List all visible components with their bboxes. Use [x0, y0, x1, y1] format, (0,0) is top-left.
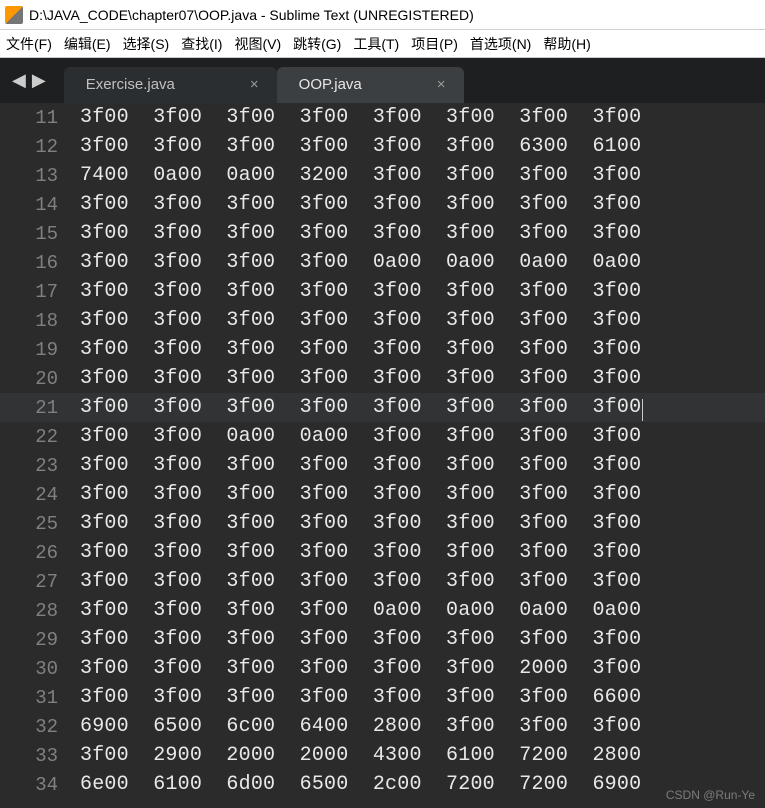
watermark: CSDN @Run-Ye	[666, 788, 755, 802]
code-line[interactable]: 243f00 3f00 3f00 3f00 3f00 3f00 3f00 3f0…	[0, 480, 765, 509]
code-line[interactable]: 113f00 3f00 3f00 3f00 3f00 3f00 3f00 3f0…	[0, 103, 765, 132]
code-text: 3f00 3f00 3f00 3f00 3f00 3f00 3f00 6600	[80, 686, 641, 709]
line-number: 22	[0, 426, 80, 448]
line-number: 21	[0, 397, 80, 419]
code-line[interactable]: 283f00 3f00 3f00 3f00 0a00 0a00 0a00 0a0…	[0, 596, 765, 625]
line-number: 31	[0, 687, 80, 709]
menu-select[interactable]: 选择(S)	[123, 34, 170, 54]
text-caret	[642, 399, 643, 421]
line-number: 33	[0, 745, 80, 767]
code-text: 7400 0a00 0a00 3200 3f00 3f00 3f00 3f00	[80, 164, 641, 187]
code-line[interactable]: 183f00 3f00 3f00 3f00 3f00 3f00 3f00 3f0…	[0, 306, 765, 335]
nav-back-icon[interactable]: ◀	[12, 70, 26, 91]
code-line[interactable]: 203f00 3f00 3f00 3f00 3f00 3f00 3f00 3f0…	[0, 364, 765, 393]
tab-oop-java[interactable]: OOP.java ×	[277, 67, 464, 103]
tab-history-nav[interactable]: ◀ ▶	[0, 70, 64, 91]
line-number: 18	[0, 310, 80, 332]
code-line[interactable]: 193f00 3f00 3f00 3f00 3f00 3f00 3f00 3f0…	[0, 335, 765, 364]
tab-exercise-java[interactable]: Exercise.java ×	[64, 67, 277, 103]
line-number: 16	[0, 252, 80, 274]
line-number: 34	[0, 774, 80, 796]
nav-forward-icon[interactable]: ▶	[32, 70, 46, 91]
code-text: 3f00 3f00 3f00 3f00 3f00 3f00 3f00 3f00	[80, 280, 641, 303]
code-text: 6e00 6100 6d00 6500 2c00 7200 7200 6900	[80, 773, 641, 796]
code-text: 3f00 3f00 3f00 3f00 3f00 3f00 3f00 3f00	[80, 367, 641, 390]
code-text: 3f00 3f00 3f00 3f00 3f00 3f00 3f00 3f00	[80, 570, 641, 593]
code-text: 3f00 3f00 3f00 3f00 0a00 0a00 0a00 0a00	[80, 599, 641, 622]
app-logo-icon	[5, 6, 23, 24]
code-line[interactable]: 163f00 3f00 3f00 3f00 0a00 0a00 0a00 0a0…	[0, 248, 765, 277]
code-text: 3f00 3f00 3f00 3f00 3f00 3f00 3f00 3f00	[80, 454, 641, 477]
code-line[interactable]: 293f00 3f00 3f00 3f00 3f00 3f00 3f00 3f0…	[0, 625, 765, 654]
code-text: 3f00 3f00 3f00 3f00 0a00 0a00 0a00 0a00	[80, 251, 641, 274]
code-line[interactable]: 137400 0a00 0a00 3200 3f00 3f00 3f00 3f0…	[0, 161, 765, 190]
code-line[interactable]: 233f00 3f00 3f00 3f00 3f00 3f00 3f00 3f0…	[0, 451, 765, 480]
line-number: 28	[0, 600, 80, 622]
line-number: 19	[0, 339, 80, 361]
code-text: 3f00 3f00 3f00 3f00 3f00 3f00 3f00 3f00	[80, 483, 641, 506]
tab-label: Exercise.java	[86, 76, 175, 93]
code-text: 3f00 3f00 3f00 3f00 3f00 3f00 3f00 3f00	[80, 309, 641, 332]
code-line[interactable]: 173f00 3f00 3f00 3f00 3f00 3f00 3f00 3f0…	[0, 277, 765, 306]
code-text: 3f00 3f00 0a00 0a00 3f00 3f00 3f00 3f00	[80, 425, 641, 448]
code-line[interactable]: 153f00 3f00 3f00 3f00 3f00 3f00 3f00 3f0…	[0, 219, 765, 248]
code-text: 3f00 3f00 3f00 3f00 3f00 3f00 3f00 3f00	[80, 396, 641, 419]
code-line[interactable]: 253f00 3f00 3f00 3f00 3f00 3f00 3f00 3f0…	[0, 509, 765, 538]
code-text: 3f00 3f00 3f00 3f00 3f00 3f00 3f00 3f00	[80, 106, 641, 129]
line-number: 26	[0, 542, 80, 564]
code-text: 3f00 2900 2000 2000 4300 6100 7200 2800	[80, 744, 641, 767]
line-number: 20	[0, 368, 80, 390]
tab-label: OOP.java	[299, 76, 362, 93]
menu-file[interactable]: 文件(F)	[6, 34, 52, 54]
close-icon[interactable]: ×	[250, 76, 259, 93]
line-number: 13	[0, 165, 80, 187]
menu-view[interactable]: 视图(V)	[234, 34, 281, 54]
tab-bar: ◀ ▶ Exercise.java × OOP.java ×	[0, 58, 765, 103]
code-line[interactable]: 263f00 3f00 3f00 3f00 3f00 3f00 3f00 3f0…	[0, 538, 765, 567]
line-number: 27	[0, 571, 80, 593]
line-number: 29	[0, 629, 80, 651]
code-text: 3f00 3f00 3f00 3f00 3f00 3f00 6300 6100	[80, 135, 641, 158]
line-number: 12	[0, 136, 80, 158]
menu-help[interactable]: 帮助(H)	[543, 34, 590, 54]
code-text: 3f00 3f00 3f00 3f00 3f00 3f00 3f00 3f00	[80, 628, 641, 651]
code-text: 3f00 3f00 3f00 3f00 3f00 3f00 3f00 3f00	[80, 512, 641, 535]
code-line[interactable]: 333f00 2900 2000 2000 4300 6100 7200 280…	[0, 741, 765, 770]
window-titlebar: D:\JAVA_CODE\chapter07\OOP.java - Sublim…	[0, 0, 765, 30]
window-title: D:\JAVA_CODE\chapter07\OOP.java - Sublim…	[29, 7, 474, 23]
code-line[interactable]: 223f00 3f00 0a00 0a00 3f00 3f00 3f00 3f0…	[0, 422, 765, 451]
code-line[interactable]: 123f00 3f00 3f00 3f00 3f00 3f00 6300 610…	[0, 132, 765, 161]
code-line[interactable]: 346e00 6100 6d00 6500 2c00 7200 7200 690…	[0, 770, 765, 799]
code-line[interactable]: 213f00 3f00 3f00 3f00 3f00 3f00 3f00 3f0…	[0, 393, 765, 422]
code-line[interactable]: 143f00 3f00 3f00 3f00 3f00 3f00 3f00 3f0…	[0, 190, 765, 219]
line-number: 25	[0, 513, 80, 535]
menu-tools[interactable]: 工具(T)	[353, 34, 399, 54]
line-number: 30	[0, 658, 80, 680]
menu-find[interactable]: 查找(I)	[181, 34, 222, 54]
menu-prefs[interactable]: 首选项(N)	[470, 34, 531, 54]
line-number: 23	[0, 455, 80, 477]
line-number: 11	[0, 107, 80, 129]
code-line[interactable]: 273f00 3f00 3f00 3f00 3f00 3f00 3f00 3f0…	[0, 567, 765, 596]
menu-bar: 文件(F) 编辑(E) 选择(S) 查找(I) 视图(V) 跳转(G) 工具(T…	[0, 30, 765, 58]
close-icon[interactable]: ×	[437, 76, 446, 93]
menu-goto[interactable]: 跳转(G)	[293, 34, 341, 54]
code-editor[interactable]: 113f00 3f00 3f00 3f00 3f00 3f00 3f00 3f0…	[0, 103, 765, 808]
code-text: 3f00 3f00 3f00 3f00 3f00 3f00 3f00 3f00	[80, 222, 641, 245]
code-line[interactable]: 313f00 3f00 3f00 3f00 3f00 3f00 3f00 660…	[0, 683, 765, 712]
code-text: 3f00 3f00 3f00 3f00 3f00 3f00 3f00 3f00	[80, 193, 641, 216]
code-line[interactable]: 326900 6500 6c00 6400 2800 3f00 3f00 3f0…	[0, 712, 765, 741]
code-text: 6900 6500 6c00 6400 2800 3f00 3f00 3f00	[80, 715, 641, 738]
line-number: 15	[0, 223, 80, 245]
menu-edit[interactable]: 编辑(E)	[64, 34, 111, 54]
code-text: 3f00 3f00 3f00 3f00 3f00 3f00 2000 3f00	[80, 657, 641, 680]
code-text: 3f00 3f00 3f00 3f00 3f00 3f00 3f00 3f00	[80, 338, 641, 361]
line-number: 24	[0, 484, 80, 506]
line-number: 14	[0, 194, 80, 216]
code-line[interactable]: 303f00 3f00 3f00 3f00 3f00 3f00 2000 3f0…	[0, 654, 765, 683]
line-number: 17	[0, 281, 80, 303]
menu-project[interactable]: 项目(P)	[411, 34, 458, 54]
line-number: 32	[0, 716, 80, 738]
code-text: 3f00 3f00 3f00 3f00 3f00 3f00 3f00 3f00	[80, 541, 641, 564]
